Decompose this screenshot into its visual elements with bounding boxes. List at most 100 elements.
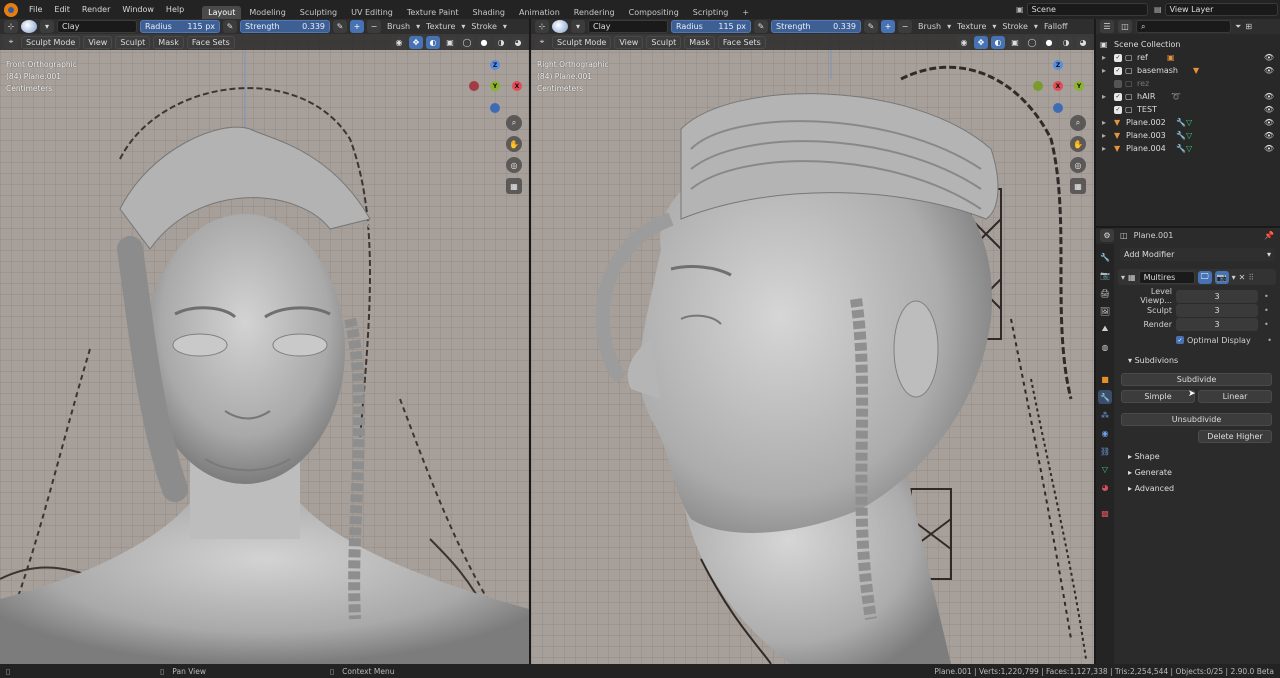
expand-icon[interactable]: ▸ [1100,131,1114,140]
tool-icon[interactable]: ⊹ [535,20,549,33]
axis-neg-x-icon[interactable] [469,81,479,91]
radius-slider[interactable]: Radius 115 px [671,20,751,33]
expand-icon[interactable]: ▸ [1100,144,1114,153]
camera-icon[interactable]: ◎ [506,157,522,173]
axis-z-icon[interactable]: Z [490,60,500,70]
shading-solid-icon[interactable]: ● [477,35,491,49]
keyframe-dot-icon[interactable]: • [1264,292,1269,301]
linear-button[interactable]: Linear [1198,390,1272,403]
brush-name-field[interactable]: Clay [57,20,137,33]
tab-scripting[interactable]: Scripting [687,6,735,19]
visibility-icon[interactable]: ◉ [392,35,406,49]
view-menu-left[interactable]: View [83,35,113,49]
mask-menu-left[interactable]: Mask [153,35,184,49]
eye-icon[interactable]: 👁 [1264,118,1274,127]
mesh-data-tab-icon[interactable]: ▽ [1098,462,1112,476]
render-display-icon[interactable]: 📷 [1214,270,1229,284]
axis-neg-y-icon[interactable] [1033,81,1043,91]
tool-icon[interactable]: ⊹ [4,20,18,33]
axis-y-icon[interactable]: Y [490,81,500,91]
constraints-tab-icon[interactable]: ⛓ [1098,444,1112,458]
properties-editor-icon[interactable]: ⚙ [1100,229,1114,242]
filter-icon[interactable]: ⏷ [1235,22,1241,32]
xray-toggle-icon[interactable]: ▣ [443,35,457,49]
tab-modeling[interactable]: Modeling [243,6,291,19]
eye-icon[interactable]: 👁 [1264,105,1274,114]
outliner-item-hair[interactable]: ▸ ✓ ▢ hAIR ➰ 👁 [1100,90,1280,103]
radius-slider[interactable]: Radius 115 px [140,20,220,33]
direction-subtract-button[interactable]: − [367,20,381,33]
add-workspace-button[interactable]: + [736,6,755,19]
menu-edit[interactable]: Edit [48,5,76,14]
outliner-item-test[interactable]: ✓ ▢ TEST 👁 [1100,103,1280,116]
tab-rendering[interactable]: Rendering [568,6,621,19]
shading-wireframe-icon[interactable]: ◯ [1025,35,1039,49]
sculpt-menu-left[interactable]: Sculpt [115,35,151,49]
shading-solid-icon[interactable]: ● [1042,35,1056,49]
outliner-item-rez[interactable]: ▢ rez [1100,77,1280,90]
falloff-dropdown[interactable]: Falloff [1041,22,1071,31]
mask-menu-right[interactable]: Mask [684,35,715,49]
world-tab-icon[interactable]: ◍ [1098,340,1112,354]
add-modifier-dropdown[interactable]: Add Modifier ▾ [1120,248,1275,261]
texture-dropdown[interactable]: Texture [423,22,458,31]
sculpt-menu-right[interactable]: Sculpt [646,35,682,49]
pan-hand-icon[interactable]: ✋ [506,136,522,152]
view-menu-right[interactable]: View [614,35,644,49]
keyframe-dot-icon[interactable]: • [1264,306,1269,315]
render-tab-icon[interactable]: 📷 [1098,268,1112,282]
include-checkbox[interactable]: ✓ [1114,92,1122,101]
shape-panel-header[interactable]: ▸ Shape [1128,452,1160,461]
xray-toggle-icon[interactable]: ▣ [1008,35,1022,49]
axis-neg-z-icon[interactable] [1053,103,1063,113]
tab-shading[interactable]: Shading [466,6,511,19]
strength-slider[interactable]: Strength 0.339 [771,20,861,33]
subdivide-button[interactable]: Subdivide [1121,373,1272,386]
radius-pressure-icon[interactable]: ✎ [754,20,768,33]
texture-tab-icon[interactable]: ▩ [1098,506,1112,520]
shading-rendered-icon[interactable]: ◕ [511,35,525,49]
shading-rendered-icon[interactable]: ◕ [1076,35,1090,49]
tab-texture-paint[interactable]: Texture Paint [401,6,465,19]
eye-icon[interactable]: 👁 [1264,92,1274,101]
brush-dropdown[interactable]: Brush [384,22,413,31]
viewport-right[interactable]: ⌖ Sculpt Mode View Sculpt Mask Face Sets… [531,19,1094,664]
blender-logo-icon[interactable] [4,2,18,17]
brush-preview-icon[interactable] [21,20,37,33]
outliner-scene-collection[interactable]: ▣ Scene Collection [1100,38,1280,51]
scene-name-field[interactable]: Scene [1026,3,1148,16]
zoom-icon[interactable]: ⌕ [506,115,522,131]
object-tab-icon[interactable]: ■ [1098,372,1112,386]
viewport-left[interactable]: ⌖ Sculpt Mode View Sculpt Mask Face Sets… [0,19,529,664]
view-layer-tab-icon[interactable]: 🖼 [1098,304,1112,318]
level-viewport-field[interactable]: 3 [1176,289,1258,303]
axis-neg-z-icon[interactable] [490,103,500,113]
eye-icon[interactable]: 👁 [1264,144,1274,153]
delete-higher-button[interactable]: Delete Higher [1198,430,1272,443]
tab-layout[interactable]: Layout [202,6,242,19]
menu-window[interactable]: Window [116,5,160,14]
shading-material-icon[interactable]: ◑ [1059,35,1073,49]
simple-button[interactable]: Simple [1121,390,1195,403]
tab-sculpting[interactable]: Sculpting [294,6,343,19]
include-checkbox[interactable]: ✓ [1114,66,1122,75]
include-checkbox[interactable] [1114,79,1122,88]
optimal-display-row[interactable]: ✓ Optimal Display • [1176,334,1276,346]
modifier-name-field[interactable]: Multires [1138,270,1195,284]
axis-x-icon[interactable]: X [1053,81,1063,91]
tab-animation[interactable]: Animation [513,6,566,19]
particles-tab-icon[interactable]: ⁂ [1098,408,1112,422]
shading-material-icon[interactable]: ◑ [494,35,508,49]
include-checkbox[interactable]: ✓ [1114,53,1122,62]
new-collection-icon[interactable]: ⊞ [1245,22,1252,31]
tab-uv-editing[interactable]: UV Editing [345,6,399,19]
visibility-icon[interactable]: ◉ [957,35,971,49]
pin-icon[interactable]: 📌 [1264,231,1274,240]
face-sets-menu-left[interactable]: Face Sets [186,35,235,49]
direction-add-button[interactable]: + [881,20,895,33]
realtime-display-icon[interactable]: 🖵 [1197,270,1212,284]
include-checkbox[interactable]: ✓ [1114,105,1122,114]
unsubdivide-button[interactable]: Unsubdivide [1121,413,1272,426]
overlay-toggle-icon[interactable]: ◐ [991,35,1005,49]
menu-file[interactable]: File [23,5,48,14]
